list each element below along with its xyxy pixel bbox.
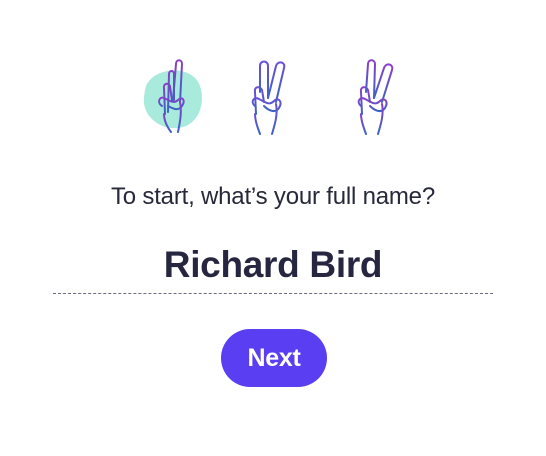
next-button[interactable]: Next — [221, 329, 327, 387]
step-3-peace-hand-icon — [344, 56, 414, 140]
step-1-peace-hand-icon — [140, 56, 210, 140]
step-indicator — [0, 56, 546, 140]
step-2-peace-hand-icon — [238, 56, 308, 140]
name-question: To start, what’s your full name? — [111, 183, 435, 210]
full-name-input[interactable] — [53, 236, 493, 294]
onboarding-page: To start, what’s your full name? Next — [0, 0, 546, 456]
